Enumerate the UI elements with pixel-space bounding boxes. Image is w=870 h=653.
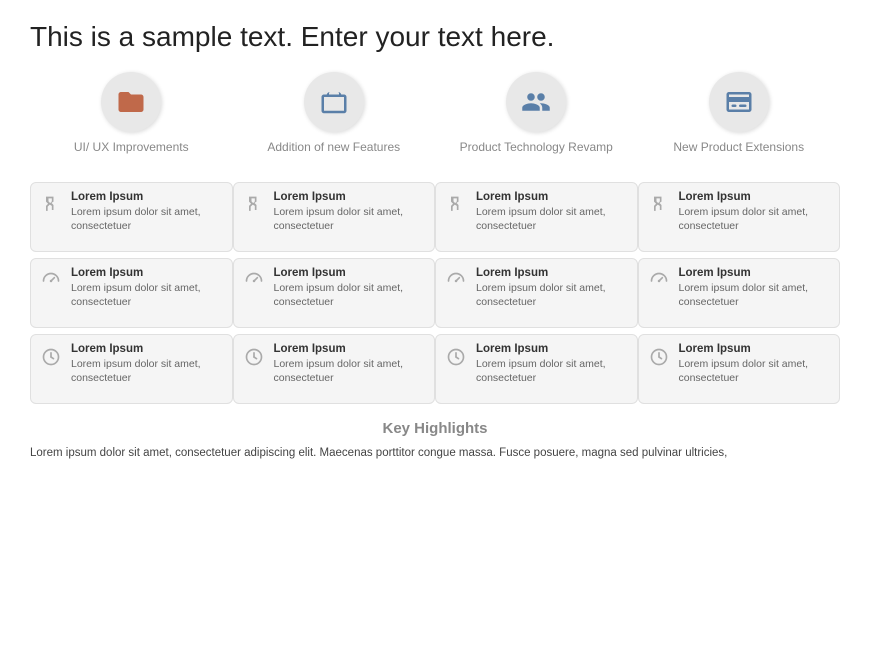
col-icon-3 xyxy=(506,72,566,132)
card-4-2: Lorem Ipsum Lorem ipsum dolor sit amet, c… xyxy=(638,258,841,328)
card-1-1: Lorem Ipsum Lorem ipsum dolor sit amet, c… xyxy=(30,182,233,252)
card-title: Lorem Ipsum xyxy=(274,343,427,355)
card-title: Lorem Ipsum xyxy=(679,343,832,355)
col-label-3: Product Technology Revamp xyxy=(460,140,613,170)
col-icon-4 xyxy=(709,72,769,132)
column-1: UI/ UX Improvements Lorem Ipsum Lorem ips… xyxy=(30,72,233,404)
cards-section-1: Lorem Ipsum Lorem ipsum dolor sit amet, c… xyxy=(30,182,233,404)
card-title: Lorem Ipsum xyxy=(679,191,832,203)
card-text: Lorem Ipsum Lorem ipsum dolor sit amet, c… xyxy=(679,191,832,233)
card-2-2: Lorem Ipsum Lorem ipsum dolor sit amet, c… xyxy=(233,258,436,328)
column-4: New Product Extensions Lorem IpsumLorem … xyxy=(638,72,841,404)
card-1-2: Lorem Ipsum Lorem ipsum dolor sit amet, c… xyxy=(30,258,233,328)
card-text: Lorem Ipsum Lorem ipsum dolor sit amet, c… xyxy=(274,191,427,233)
card-title: Lorem Ipsum xyxy=(476,191,629,203)
card-icon-clock xyxy=(444,345,468,369)
card-title: Lorem Ipsum xyxy=(71,343,224,355)
card-body: Lorem ipsum dolor sit amet, consectetuer xyxy=(71,281,224,309)
card-4-1: Lorem Ipsum Lorem ipsum dolor sit amet, c… xyxy=(638,182,841,252)
card-title: Lorem Ipsum xyxy=(679,267,832,279)
card-text: Lorem Ipsum Lorem ipsum dolor sit amet, c… xyxy=(71,267,224,309)
card-text: Lorem Ipsum Lorem ipsum dolor sit amet, c… xyxy=(71,191,224,233)
card-body: Lorem ipsum dolor sit amet, consectetuer xyxy=(274,357,427,385)
col-label-1: UI/ UX Improvements xyxy=(74,140,189,170)
col-label-2: Addition of new Features xyxy=(267,140,400,170)
card-body: Lorem ipsum dolor sit amet, consectetuer xyxy=(679,205,832,233)
card-2-3: Lorem Ipsum Lorem ipsum dolor sit amet, c… xyxy=(233,334,436,404)
card-text: Lorem Ipsum Lorem ipsum dolor sit amet, c… xyxy=(274,267,427,309)
highlights-title: Key Highlights xyxy=(30,420,840,437)
card-3-1: Lorem Ipsum Lorem ipsum dolor sit amet, c… xyxy=(435,182,638,252)
cards-section-3: Lorem Ipsum Lorem ipsum dolor sit amet, c… xyxy=(435,182,638,404)
card-4-3: Lorem Ipsum Lorem ipsum dolor sit amet, c… xyxy=(638,334,841,404)
card-title: Lorem Ipsum xyxy=(476,267,629,279)
card-title: Lorem Ipsum xyxy=(476,343,629,355)
card-icon-gauge xyxy=(39,269,63,293)
card-text: Lorem Ipsum Lorem ipsum dolor sit amet, c… xyxy=(476,343,629,385)
highlights-text: Lorem ipsum dolor sit amet, consectetuer… xyxy=(30,445,840,462)
card-text: Lorem Ipsum Lorem ipsum dolor sit amet, c… xyxy=(274,343,427,385)
card-text: Lorem Ipsum Lorem ipsum dolor sit amet, c… xyxy=(71,343,224,385)
card-body: Lorem ipsum dolor sit amet, consectetuer xyxy=(476,357,629,385)
col-icon-1 xyxy=(101,72,161,132)
cards-section-2: Lorem Ipsum Lorem ipsum dolor sit amet, c… xyxy=(233,182,436,404)
card-body: Lorem ipsum dolor sit amet, consectetuer xyxy=(476,281,629,309)
card-icon-gauge xyxy=(647,269,671,293)
card-text: Lorem Ipsum Lorem ipsum dolor sit amet, c… xyxy=(679,343,832,385)
column-2: Addition of new Features Lorem IpsumLore… xyxy=(233,72,436,404)
card-body: Lorem ipsum dolor sit amet, consectetuer xyxy=(71,357,224,385)
card-body: Lorem ipsum dolor sit amet, consectetuer xyxy=(274,281,427,309)
card-text: Lorem Ipsum Lorem ipsum dolor sit amet, c… xyxy=(476,267,629,309)
card-body: Lorem ipsum dolor sit amet, consectetuer xyxy=(274,205,427,233)
col-label-4: New Product Extensions xyxy=(673,140,804,170)
cards-section-4: Lorem Ipsum Lorem ipsum dolor sit amet, c… xyxy=(638,182,841,404)
columns-wrapper: UI/ UX Improvements Lorem Ipsum Lorem ips… xyxy=(30,72,840,404)
card-1-3: Lorem Ipsum Lorem ipsum dolor sit amet, c… xyxy=(30,334,233,404)
card-icon-hourglass xyxy=(444,193,468,217)
card-2-1: Lorem Ipsum Lorem ipsum dolor sit amet, c… xyxy=(233,182,436,252)
card-icon-clock xyxy=(242,345,266,369)
card-icon-gauge xyxy=(444,269,468,293)
card-body: Lorem ipsum dolor sit amet, consectetuer xyxy=(476,205,629,233)
card-body: Lorem ipsum dolor sit amet, consectetuer xyxy=(679,281,832,309)
card-icon-clock xyxy=(647,345,671,369)
card-icon-gauge xyxy=(242,269,266,293)
page: This is a sample text. Enter your text h… xyxy=(0,0,870,653)
card-icon-hourglass xyxy=(39,193,63,217)
card-text: Lorem Ipsum Lorem ipsum dolor sit amet, c… xyxy=(476,191,629,233)
card-body: Lorem ipsum dolor sit amet, consectetuer xyxy=(71,205,224,233)
column-3: Product Technology Revamp Lorem IpsumLor… xyxy=(435,72,638,404)
card-title: Lorem Ipsum xyxy=(71,191,224,203)
card-icon-hourglass xyxy=(242,193,266,217)
card-body: Lorem ipsum dolor sit amet, consectetuer xyxy=(679,357,832,385)
card-text: Lorem Ipsum Lorem ipsum dolor sit amet, c… xyxy=(679,267,832,309)
main-title: This is a sample text. Enter your text h… xyxy=(30,20,840,54)
card-icon-hourglass xyxy=(647,193,671,217)
card-title: Lorem Ipsum xyxy=(274,267,427,279)
card-3-3: Lorem Ipsum Lorem ipsum dolor sit amet, c… xyxy=(435,334,638,404)
card-3-2: Lorem Ipsum Lorem ipsum dolor sit amet, c… xyxy=(435,258,638,328)
card-title: Lorem Ipsum xyxy=(274,191,427,203)
highlights-section: Key Highlights Lorem ipsum dolor sit ame… xyxy=(30,420,840,462)
card-icon-clock xyxy=(39,345,63,369)
col-icon-2 xyxy=(304,72,364,132)
card-title: Lorem Ipsum xyxy=(71,267,224,279)
